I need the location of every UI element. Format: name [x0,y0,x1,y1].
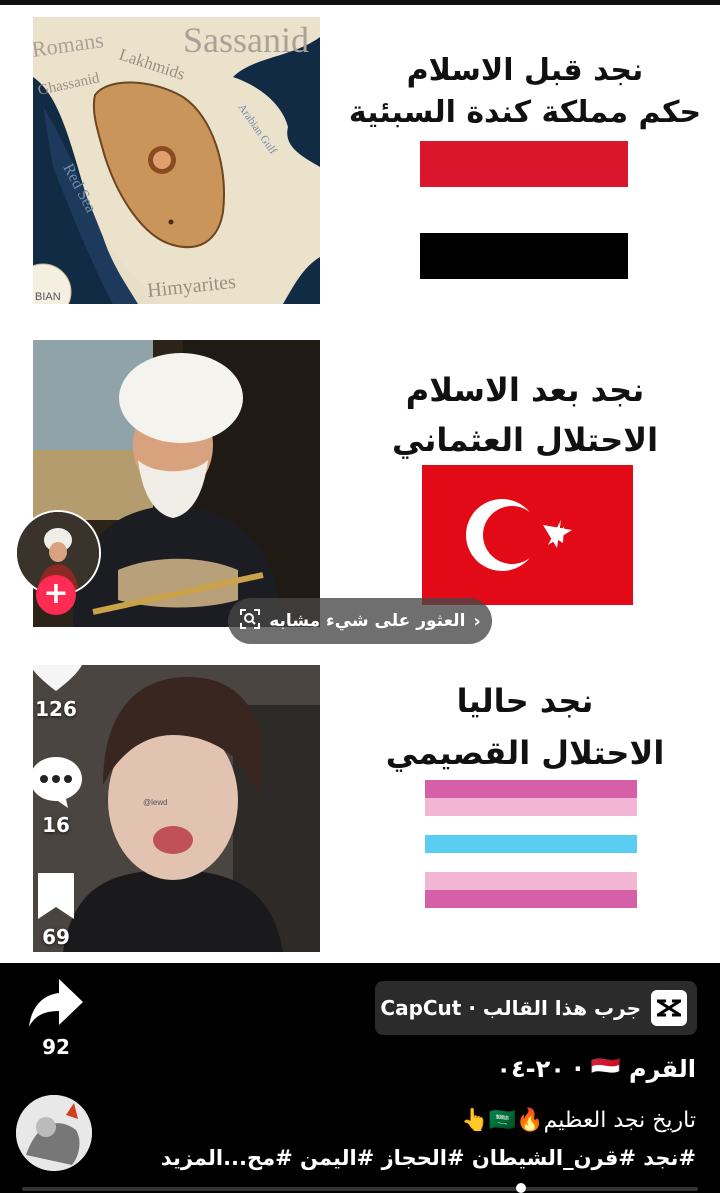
author-line[interactable]: القرم 🇾🇪 · ٢٠-٠٤ [496,1055,696,1083]
map-logo-text: BIAN [35,291,61,303]
map-label-sassanid: Sassanid [183,20,309,60]
share-count: 92 [42,1035,70,1059]
panel3-title-line2: الاحتلال القصيمي [385,734,665,772]
selfie-watermark: @lewd [143,798,168,807]
capcut-logo-icon [651,990,687,1026]
plus-icon: + [43,576,69,611]
commenter-avatar[interactable] [16,1095,92,1171]
panel1-title-line1: نجد قبل الاسلام [406,53,644,88]
flag-stripe [425,872,637,890]
flag-stripe [425,853,637,872]
panel2-title: نجد بعد الاسلام الاحتلال العثماني [340,365,710,465]
capcut-template-button[interactable]: CapCut · جرب هذا القالب [375,981,697,1035]
yemen-flag-red [420,141,628,187]
progress-bar[interactable] [22,1183,698,1193]
arabia-map-image: Sassanid Romans Ghassanid Lakhmids Arabi… [33,17,320,304]
panel3-title: نجد حاليا الاحتلال القصيمي [340,675,710,779]
save-button[interactable]: 69 [18,871,94,949]
lens-scan-icon [239,608,261,635]
heart-icon [27,638,85,691]
find-similar-label: العثور على شيء مشابه [269,611,466,631]
flag-stripe [425,890,637,908]
panel1-title-line2: حكم مملكة كندة السبئية [348,95,702,130]
yemen-flag-black [420,233,628,279]
comment-button[interactable]: 16 [18,755,94,837]
panel1-title: نجد قبل الاسلام حكم مملكة كندة السبئية [340,50,710,134]
panel2-title-line2: الاحتلال العثماني [391,421,659,459]
description-hashtags[interactable]: #نجد #قرن_الشيطان #الحجاز #اليمن #مح...ا… [161,1146,696,1170]
pride-flag [425,780,637,908]
follow-plus-button[interactable]: + [36,575,76,615]
flag-stripe [425,780,637,798]
panel3-title-line1: نجد حاليا [456,682,594,720]
chevron-left-icon: ‹ [473,610,481,632]
flag-stripe [425,835,637,853]
video-canvas[interactable]: Sassanid Romans Ghassanid Lakhmids Arabi… [0,5,720,963]
share-button[interactable]: 92 [18,975,94,1059]
share-arrow-icon [29,979,83,1027]
find-similar-button[interactable]: ‹ العثور على شيء مشابه [228,598,492,644]
turkey-flag [422,465,633,605]
like-button[interactable]: 126 [18,637,94,721]
capcut-label: CapCut · جرب هذا القالب [380,996,641,1020]
panel2-title-line1: نجد بعد الاسلام [405,371,645,409]
comment-count: 16 [42,813,70,837]
description-line1: تاريخ نجد العظيم🔥🇸🇦👆 [461,1108,696,1133]
save-count: 69 [42,925,70,949]
comment-icon [30,757,82,808]
bookmark-icon [38,873,74,919]
flag-stripe [425,816,637,835]
like-count: 126 [35,697,77,721]
bottom-info-panel: 92 CapCut · جرب هذا القالب القرم 🇾🇪 · ٢٠… [0,963,720,1193]
flag-stripe [425,798,637,816]
